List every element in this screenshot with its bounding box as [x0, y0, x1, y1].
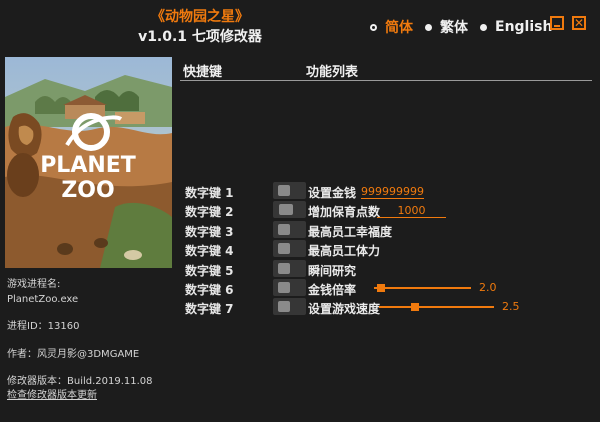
- radio-unselected-icon: [480, 23, 487, 31]
- lang-option-traditional[interactable]: 繁体: [425, 17, 468, 37]
- author-credit: 作者：风灵月影@3DMGAME: [7, 349, 140, 360]
- cheat-name: 增加保育点数: [308, 205, 381, 219]
- lang-option-english[interactable]: English: [480, 19, 552, 35]
- check-update-link[interactable]: 检查修改器版本更新: [7, 389, 97, 402]
- slider-thumb[interactable]: [377, 284, 385, 292]
- lang-label: 简体: [385, 20, 413, 36]
- title-block: 《动物园之星》 v1.0.1 七项修改器: [100, 8, 300, 47]
- slider-value: 2.5: [502, 300, 520, 313]
- language-selector: 简体 繁体 English: [370, 17, 564, 37]
- lang-label: 繁体: [440, 20, 468, 36]
- cover-logo-line2: ZOO: [61, 178, 114, 203]
- hotkey-label: 数字键 6: [185, 283, 234, 297]
- minimize-button[interactable]: [550, 16, 564, 30]
- cheat-row-staff-stamina: 数字键 4 最高员工体力: [180, 240, 595, 259]
- toggle-knob: [278, 301, 290, 312]
- trainer-build-version: 修改器版本：Build.2019.11.08: [7, 376, 153, 387]
- slider-value: 2.0: [479, 281, 497, 294]
- close-button[interactable]: ✕: [572, 16, 586, 30]
- game-title: 《动物园之星》: [151, 9, 249, 25]
- process-name: PlanetZoo.exe: [7, 294, 79, 305]
- process-label: 游戏进程名:: [7, 279, 61, 290]
- cheat-toggle[interactable]: [273, 182, 306, 199]
- lang-option-simplified[interactable]: 简体: [370, 17, 413, 37]
- game-speed-slider[interactable]: [379, 303, 494, 311]
- money-value-input[interactable]: [361, 184, 424, 199]
- hotkey-label: 数字键 1: [185, 186, 234, 200]
- toggle-knob: [278, 224, 290, 235]
- cheat-name: 最高员工体力: [308, 244, 381, 258]
- cheat-toggle[interactable]: [273, 240, 306, 257]
- cheat-toggle[interactable]: [273, 221, 306, 238]
- toggle-knob: [278, 282, 290, 293]
- toggle-knob: [279, 204, 293, 215]
- cheat-row-staff-happiness: 数字键 3 最高员工幸福度: [180, 221, 595, 240]
- toggle-knob: [278, 263, 290, 274]
- cheat-name: 最高员工幸福度: [308, 225, 393, 239]
- game-cover-image: PLANET ZOO: [5, 57, 172, 268]
- cheat-name: 设置游戏速度: [308, 302, 381, 316]
- process-id: 进程ID：13160: [7, 321, 80, 332]
- cheat-row-money: 数字键 1 设置金钱: [180, 182, 595, 201]
- cheat-toggle[interactable]: [273, 279, 306, 296]
- hotkey-label: 数字键 4: [185, 244, 234, 258]
- money-multiplier-slider[interactable]: [374, 284, 471, 292]
- header-divider: [180, 80, 592, 81]
- hotkey-label: 数字键 7: [185, 302, 234, 316]
- cheat-row-instant-research: 数字键 5 瞬间研究: [180, 260, 595, 279]
- trainer-version-title: v1.0.1 七项修改器: [138, 29, 262, 45]
- hotkey-label: 数字键 5: [185, 264, 234, 278]
- slider-thumb[interactable]: [411, 303, 419, 311]
- cheat-name: 金钱倍率: [308, 283, 357, 297]
- cheat-toggle[interactable]: [273, 260, 306, 277]
- cheat-row-conservation-points: 数字键 2 增加保育点数: [180, 201, 595, 220]
- cheat-name: 瞬间研究: [308, 264, 357, 278]
- lang-label: English: [495, 19, 553, 35]
- toggle-knob: [278, 185, 290, 196]
- radio-selected-icon: [370, 23, 377, 31]
- features-column-header: 功能列表: [306, 65, 359, 80]
- close-icon: ✕: [574, 16, 585, 30]
- cover-logo-line1: PLANET: [40, 153, 136, 178]
- conservation-points-input[interactable]: [377, 203, 446, 218]
- hotkey-label: 数字键 2: [185, 205, 234, 219]
- cheat-row-game-speed: 数字键 7 设置游戏速度 2.5: [180, 298, 595, 317]
- cheat-toggle[interactable]: [273, 201, 306, 218]
- toggle-knob: [278, 243, 290, 254]
- hotkey-label: 数字键 3: [185, 225, 234, 239]
- cheat-row-money-multiplier: 数字键 6 金钱倍率 2.0: [180, 279, 595, 298]
- radio-unselected-icon: [425, 23, 432, 31]
- hotkey-column-header: 快捷键: [183, 65, 223, 80]
- cheat-name: 设置金钱: [308, 186, 357, 200]
- cheat-toggle[interactable]: [273, 298, 306, 315]
